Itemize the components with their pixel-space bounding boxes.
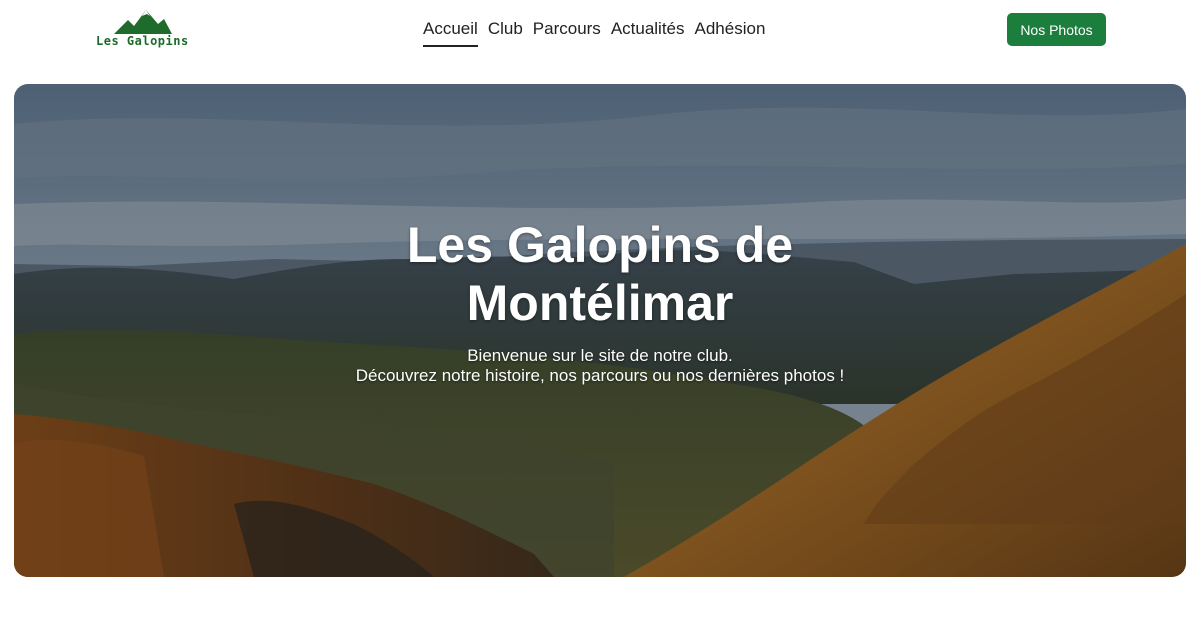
nav-item-accueil[interactable]: Accueil: [423, 18, 478, 47]
nav-item-adhesion[interactable]: Adhésion: [695, 18, 766, 47]
site-logo[interactable]: Les Galopins: [94, 8, 194, 48]
hero-content: Les Galopins de Montélimar Bienvenue sur…: [14, 84, 1186, 577]
logo-text: Les Galopins: [96, 34, 189, 48]
hero-subtitle-line1: Bienvenue sur le site de notre club.: [467, 346, 733, 365]
hero-title-line2: Montélimar: [466, 275, 734, 331]
nav-item-club[interactable]: Club: [488, 18, 523, 47]
hero-title: Les Galopins de Montélimar: [14, 216, 1186, 332]
photos-button[interactable]: Nos Photos: [1007, 13, 1106, 46]
top-bar: Les Galopins Accueil Club Parcours Actua…: [0, 0, 1200, 60]
hero-subtitle-line2: Découvrez notre histoire, nos parcours o…: [355, 366, 845, 385]
nav-item-parcours[interactable]: Parcours: [533, 18, 601, 47]
hero-title-line1: Les Galopins de: [406, 217, 794, 273]
main-nav: Accueil Club Parcours Actualités Adhésio…: [423, 18, 766, 47]
hero-banner: Les Galopins de Montélimar Bienvenue sur…: [14, 84, 1186, 577]
nav-item-actualites[interactable]: Actualités: [611, 18, 685, 47]
hero-subtitle: Bienvenue sur le site de notre club. Déc…: [14, 346, 1186, 386]
mountain-icon: [114, 10, 172, 34]
